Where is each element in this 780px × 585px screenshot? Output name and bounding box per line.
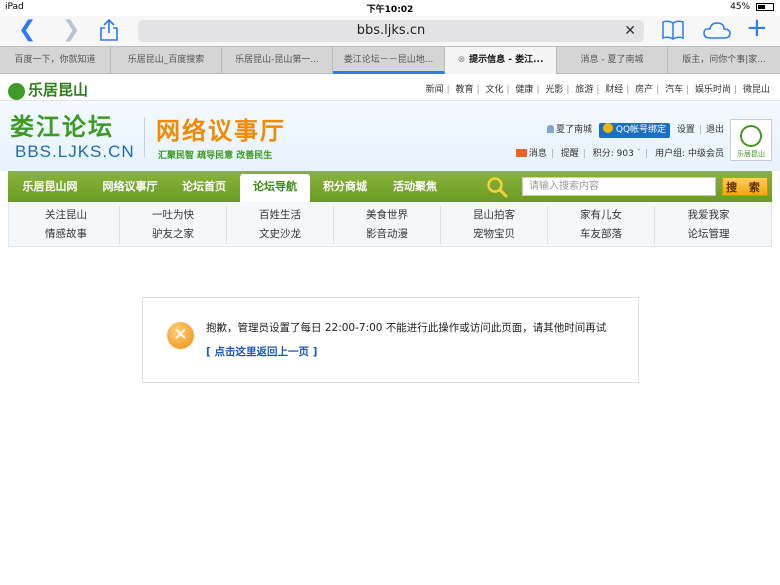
user-group: 用户组: 中级会员 [655,149,724,159]
nav-item-forum-home[interactable]: 论坛首页 [168,171,240,202]
browser-toolbar: ❮ ❯ bbs.ljks.cn ✕ + [0,15,780,47]
channel-link[interactable]: 汽车 [665,85,683,95]
browser-tab-active[interactable]: ⊗ 提示信息 - 娄江... [445,47,557,74]
forum-sub-nav: 关注昆山 情感故事 一吐为快 驴友之家 百姓生活 文史沙龙 美食世界 影音动漫 … [8,202,772,247]
channel-link[interactable]: 微昆山 [743,85,770,95]
browser-tab[interactable]: 消息 - 夏了南城 [557,47,668,74]
board-link[interactable]: 驴友之家 [120,225,226,244]
board-link[interactable]: 百姓生活 [227,206,333,225]
sub-nav-column: 昆山拍客 宠物宝贝 [441,206,548,244]
search-input[interactable]: 请输入搜索内容 [522,177,716,196]
forum-title: 网络议事厅 [156,116,286,145]
username-link[interactable]: 夏了南城 [556,125,592,135]
channel-link[interactable]: 光影 [545,85,563,95]
url-text: bbs.ljks.cn [356,23,426,38]
browser-tab-strip: 百度一下，你就知道 乐居昆山_百度搜索 乐居昆山-昆山第一... 娄江论坛－－昆… [0,46,780,74]
battery-status: 45% [730,2,774,12]
battery-icon [756,2,774,11]
address-bar[interactable]: bbs.ljks.cn ✕ [138,20,644,42]
sub-nav-column: 一吐为快 驴友之家 [120,206,227,244]
forum-logo[interactable]: 娄江论坛 [10,107,114,142]
back-link[interactable]: [ 点击这里返回上一页 ] [206,344,317,359]
nav-item-council[interactable]: 网络议事厅 [92,171,168,202]
board-link[interactable]: 一吐为快 [120,206,226,225]
channel-link[interactable]: 新闻 [426,85,444,95]
forum-slogan: 汇聚民智 疏导民意 改善民生 [158,151,273,161]
settings-link[interactable]: 设置 [677,125,695,135]
board-link[interactable]: 我爱我家 [655,206,762,225]
points-link[interactable]: 积分: 903 [593,149,634,159]
board-link[interactable]: 情感故事 [13,225,119,244]
qq-bind-button[interactable]: QQ帐号绑定 [598,123,671,138]
search-icon [486,176,508,198]
board-link[interactable]: 影音动漫 [334,225,440,244]
icloud-tabs-icon[interactable] [703,21,731,45]
channel-link[interactable]: 旅游 [575,85,593,95]
channel-link[interactable]: 财经 [605,85,623,95]
user-icon [546,125,554,133]
browser-tab[interactable]: 乐居昆山_百度搜索 [111,47,222,74]
board-link[interactable]: 文史沙龙 [227,225,333,244]
bookmarks-icon[interactable] [662,20,684,46]
board-link[interactable]: 昆山拍客 [441,206,547,225]
channel-link[interactable]: 健康 [515,85,533,95]
sub-nav-column: 百姓生活 文史沙龙 [227,206,334,244]
clear-url-icon[interactable]: ✕ [624,20,636,42]
ios-status-bar: iPad 下午10:02 45% [0,0,780,16]
new-tab-plus-icon[interactable]: + [746,15,768,41]
sub-nav-column: 家有儿女 车友部落 [548,206,655,244]
nav-item-forum-guide[interactable]: 论坛导航 [240,174,310,202]
share-icon[interactable] [100,18,118,47]
board-link[interactable]: 家有儿女 [548,206,654,225]
status-time: 下午10:02 [366,5,414,15]
notice-message: 抱歉，管理员设置了每日 22:00-7:00 不能进行此操作或访问此页面，请其他… [206,322,607,334]
forum-header: 娄江论坛 BBS.LJKS.CN 网络议事厅 汇聚民智 疏导民意 改善民生 夏了… [0,101,780,171]
avatar[interactable]: 乐居昆山 [730,119,772,161]
search-button[interactable]: 搜 索 [722,177,768,196]
chevron-down-icon[interactable]: ˇ [637,149,642,159]
user-panel: 夏了南城 QQ帐号绑定 设置 | 退出 消息 | 提醒 | 积分: 903 ˇ | 用户组… [515,121,724,163]
sub-nav-column: 我爱我家 论坛管理 [655,206,762,244]
battery-percent: 45% [730,2,751,12]
channel-link[interactable]: 教育 [456,85,474,95]
board-link[interactable]: 论坛管理 [655,225,762,244]
site-logo-small[interactable]: 乐居昆山 [8,79,88,100]
nav-item-ljks[interactable]: 乐居昆山网 [8,171,92,202]
top-channel-links: 新闻 | 教育 | 文化 | 健康 | 光影 | 旅游 | 财经 | 房产 | 汽车 | 娱乐时尚… [425,85,770,95]
mail-icon [515,149,527,157]
qq-penguin-icon [602,123,613,133]
avatar-logo-icon [740,125,762,147]
board-link[interactable]: 车友部落 [548,225,654,244]
channel-link[interactable]: 房产 [635,85,653,95]
browser-tab[interactable]: 百度一下，你就知道 [0,47,111,74]
notice-box: ✕ 抱歉，管理员设置了每日 22:00-7:00 不能进行此操作或访问此页面，请… [142,297,639,383]
reminders-link[interactable]: 提醒 [561,149,579,159]
forward-arrow-icon[interactable]: ❯ [62,18,80,42]
nav-item-points-mall[interactable]: 积分商城 [310,171,380,202]
board-link[interactable]: 宠物宝贝 [441,225,547,244]
back-arrow-icon[interactable]: ❮ [18,18,36,42]
browser-tab[interactable]: 乐居昆山-昆山第一... [222,47,333,74]
logo-divider [144,117,145,157]
board-link[interactable]: 关注昆山 [13,206,119,225]
logo-mark-icon [8,82,25,100]
close-tab-icon[interactable]: ⊗ [458,55,466,65]
main-nav-bar: 乐居昆山网 网络议事厅 论坛首页 论坛导航 积分商城 活动聚焦 请输入搜索内容 … [8,171,772,202]
channel-link[interactable]: 文化 [485,85,503,95]
forum-domain: BBS.LJKS.CN [15,142,135,161]
error-icon: ✕ [167,322,194,349]
channel-link[interactable]: 娱乐时尚 [695,85,731,95]
logout-link[interactable]: 退出 [706,125,724,135]
sub-nav-column: 美食世界 影音动漫 [334,206,441,244]
browser-tab[interactable]: 版主，问你个事|家... [668,47,780,74]
browser-tab[interactable]: 娄江论坛－－昆山地... [333,47,445,74]
site-top-nav: 乐居昆山 新闻 | 教育 | 文化 | 健康 | 光影 | 旅游 | 财经 | 房产 | 汽车 |… [0,75,780,101]
messages-link[interactable]: 消息 [529,149,547,159]
nav-item-events[interactable]: 活动聚焦 [380,171,450,202]
board-link[interactable]: 美食世界 [334,206,440,225]
sub-nav-column: 关注昆山 情感故事 [13,206,120,244]
